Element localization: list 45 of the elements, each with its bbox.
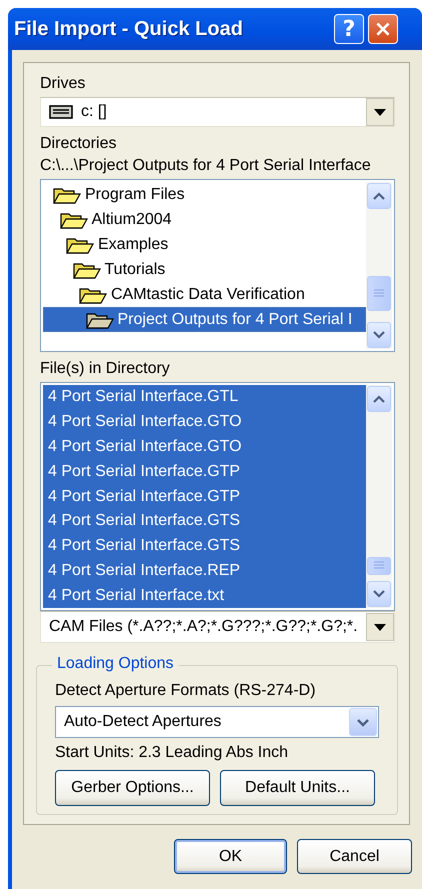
file-item[interactable]: 4 Port Serial Interface.GTL: [43, 385, 366, 410]
file-item[interactable]: 4 Port Serial Interface.GTP: [43, 484, 366, 509]
dropdown-button[interactable]: [366, 613, 394, 641]
scroll-down-button[interactable]: [367, 581, 391, 607]
folder-item[interactable]: Tutorials: [43, 257, 366, 282]
ok-button[interactable]: OK: [174, 839, 287, 874]
window-title: File Import - Quick Load: [14, 18, 244, 40]
scroll-up-button[interactable]: [367, 386, 391, 412]
chevron-up-icon: [373, 192, 385, 200]
folder-item[interactable]: CAMtastic Data Verification: [43, 282, 366, 307]
folder-item[interactable]: Project Outputs for 4 Port Serial I: [43, 307, 366, 332]
directories-label: Directories: [40, 134, 118, 154]
file-item[interactable]: 4 Port Serial Interface.REP: [43, 558, 366, 584]
file-item[interactable]: 4 Port Serial Interface.txt: [43, 583, 366, 608]
cancel-button[interactable]: Cancel: [297, 839, 412, 874]
file-item[interactable]: 4 Port Serial Interface.GTO: [43, 410, 366, 435]
scroll-up-button[interactable]: [367, 183, 391, 209]
folder-item[interactable]: Examples: [43, 232, 366, 257]
group-title: Loading Options: [52, 655, 179, 673]
default-units-button[interactable]: Default Units...: [220, 770, 375, 806]
close-button[interactable]: ×: [368, 14, 398, 44]
chevron-down-icon: [373, 590, 385, 598]
chevron-up-icon: [373, 395, 385, 403]
chevron-down-icon: [373, 331, 385, 339]
chevron-down-icon: [356, 718, 370, 726]
folder-item[interactable]: Program Files: [43, 182, 366, 207]
help-button[interactable]: ?: [334, 14, 364, 44]
file-item[interactable]: 4 Port Serial Interface.GTS: [43, 534, 366, 558]
gerber-options-button[interactable]: Gerber Options...: [55, 770, 210, 806]
aperture-label: Detect Aperture Formats (RS-274-D): [55, 681, 317, 701]
file-item[interactable]: 4 Port Serial Interface.GTP: [43, 459, 366, 484]
scroll-thumb[interactable]: [367, 276, 391, 312]
dropdown-button[interactable]: [366, 98, 394, 126]
drive-icon: [49, 105, 73, 119]
caret-down-icon: [374, 624, 386, 630]
drives-label: Drives: [40, 74, 86, 94]
scroll-thumb[interactable]: [367, 557, 391, 576]
folder-item[interactable]: Altium2004: [43, 207, 366, 232]
file-item[interactable]: 4 Port Serial Interface.GTO: [43, 434, 366, 460]
directory-path: C:\...\Project Outputs for 4 Port Serial Interface: [40, 156, 372, 176]
start-units-text: Start Units: 2.3 Leading Abs Inch: [55, 743, 290, 763]
files-label: File(s) in Directory: [40, 359, 171, 379]
caret-down-icon: [374, 108, 386, 116]
scroll-down-button[interactable]: [367, 322, 391, 348]
file-item[interactable]: 4 Port Serial Interface.GTS: [43, 508, 366, 534]
